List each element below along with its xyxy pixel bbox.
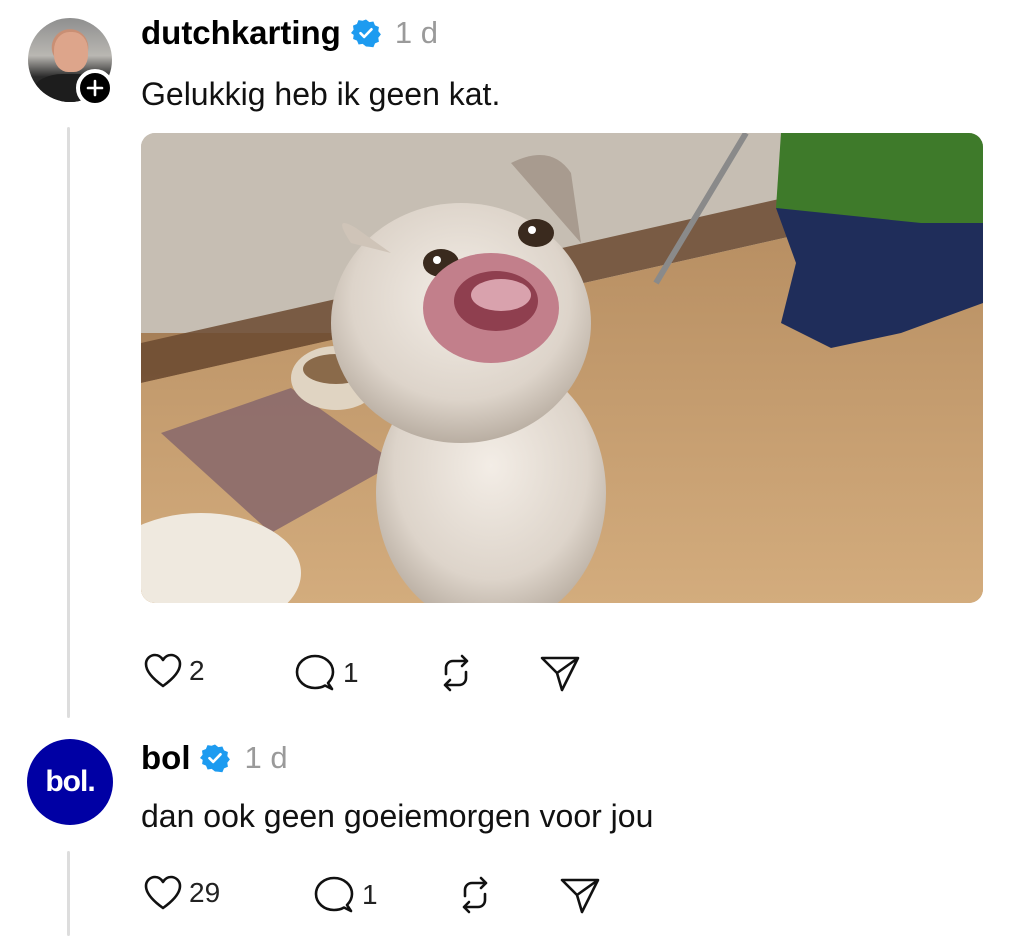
like-button[interactable]: 2	[143, 652, 205, 690]
share-button[interactable]	[558, 874, 602, 916]
post-1-header: dutchkarting 1 d	[141, 16, 438, 49]
heart-icon	[144, 875, 182, 910]
post-timestamp: 1 d	[244, 740, 288, 775]
share-button[interactable]	[538, 652, 582, 694]
heart-icon	[144, 653, 182, 688]
bol-logo: bol.	[45, 765, 95, 798]
post-2-header: bol 1 d	[141, 741, 288, 774]
like-button[interactable]: 29	[143, 874, 220, 912]
thread-line	[67, 851, 70, 936]
avatar-face	[54, 32, 88, 72]
repost-button[interactable]	[453, 874, 497, 916]
share-icon	[540, 656, 580, 692]
post-timestamp: 1 d	[394, 15, 438, 50]
post-text: dan ook geen goeiemorgen voor jou	[141, 798, 654, 834]
like-count: 2	[189, 655, 205, 686]
repost-icon	[462, 876, 488, 914]
comment-icon	[314, 876, 354, 913]
share-icon	[560, 878, 600, 914]
comment-button[interactable]: 1	[293, 652, 359, 694]
thread-line	[67, 127, 70, 718]
comment-button[interactable]: 1	[312, 874, 378, 916]
follow-plus-icon[interactable]	[76, 69, 114, 107]
repost-button[interactable]	[434, 652, 478, 694]
like-count: 29	[189, 877, 221, 908]
cat-illustration	[141, 133, 983, 603]
avatar-bol[interactable]: bol.	[27, 739, 113, 825]
reply-count: 1	[362, 879, 378, 910]
verified-badge-icon	[200, 743, 231, 773]
username[interactable]: bol	[141, 741, 190, 774]
cat-image[interactable]	[141, 133, 983, 603]
post-text: Gelukkig heb ik geen kat.	[141, 76, 501, 112]
comment-icon	[295, 654, 335, 691]
reply-count: 1	[343, 657, 359, 688]
repost-icon	[443, 654, 469, 692]
username[interactable]: dutchkarting	[141, 16, 341, 49]
verified-badge-icon	[350, 18, 381, 48]
